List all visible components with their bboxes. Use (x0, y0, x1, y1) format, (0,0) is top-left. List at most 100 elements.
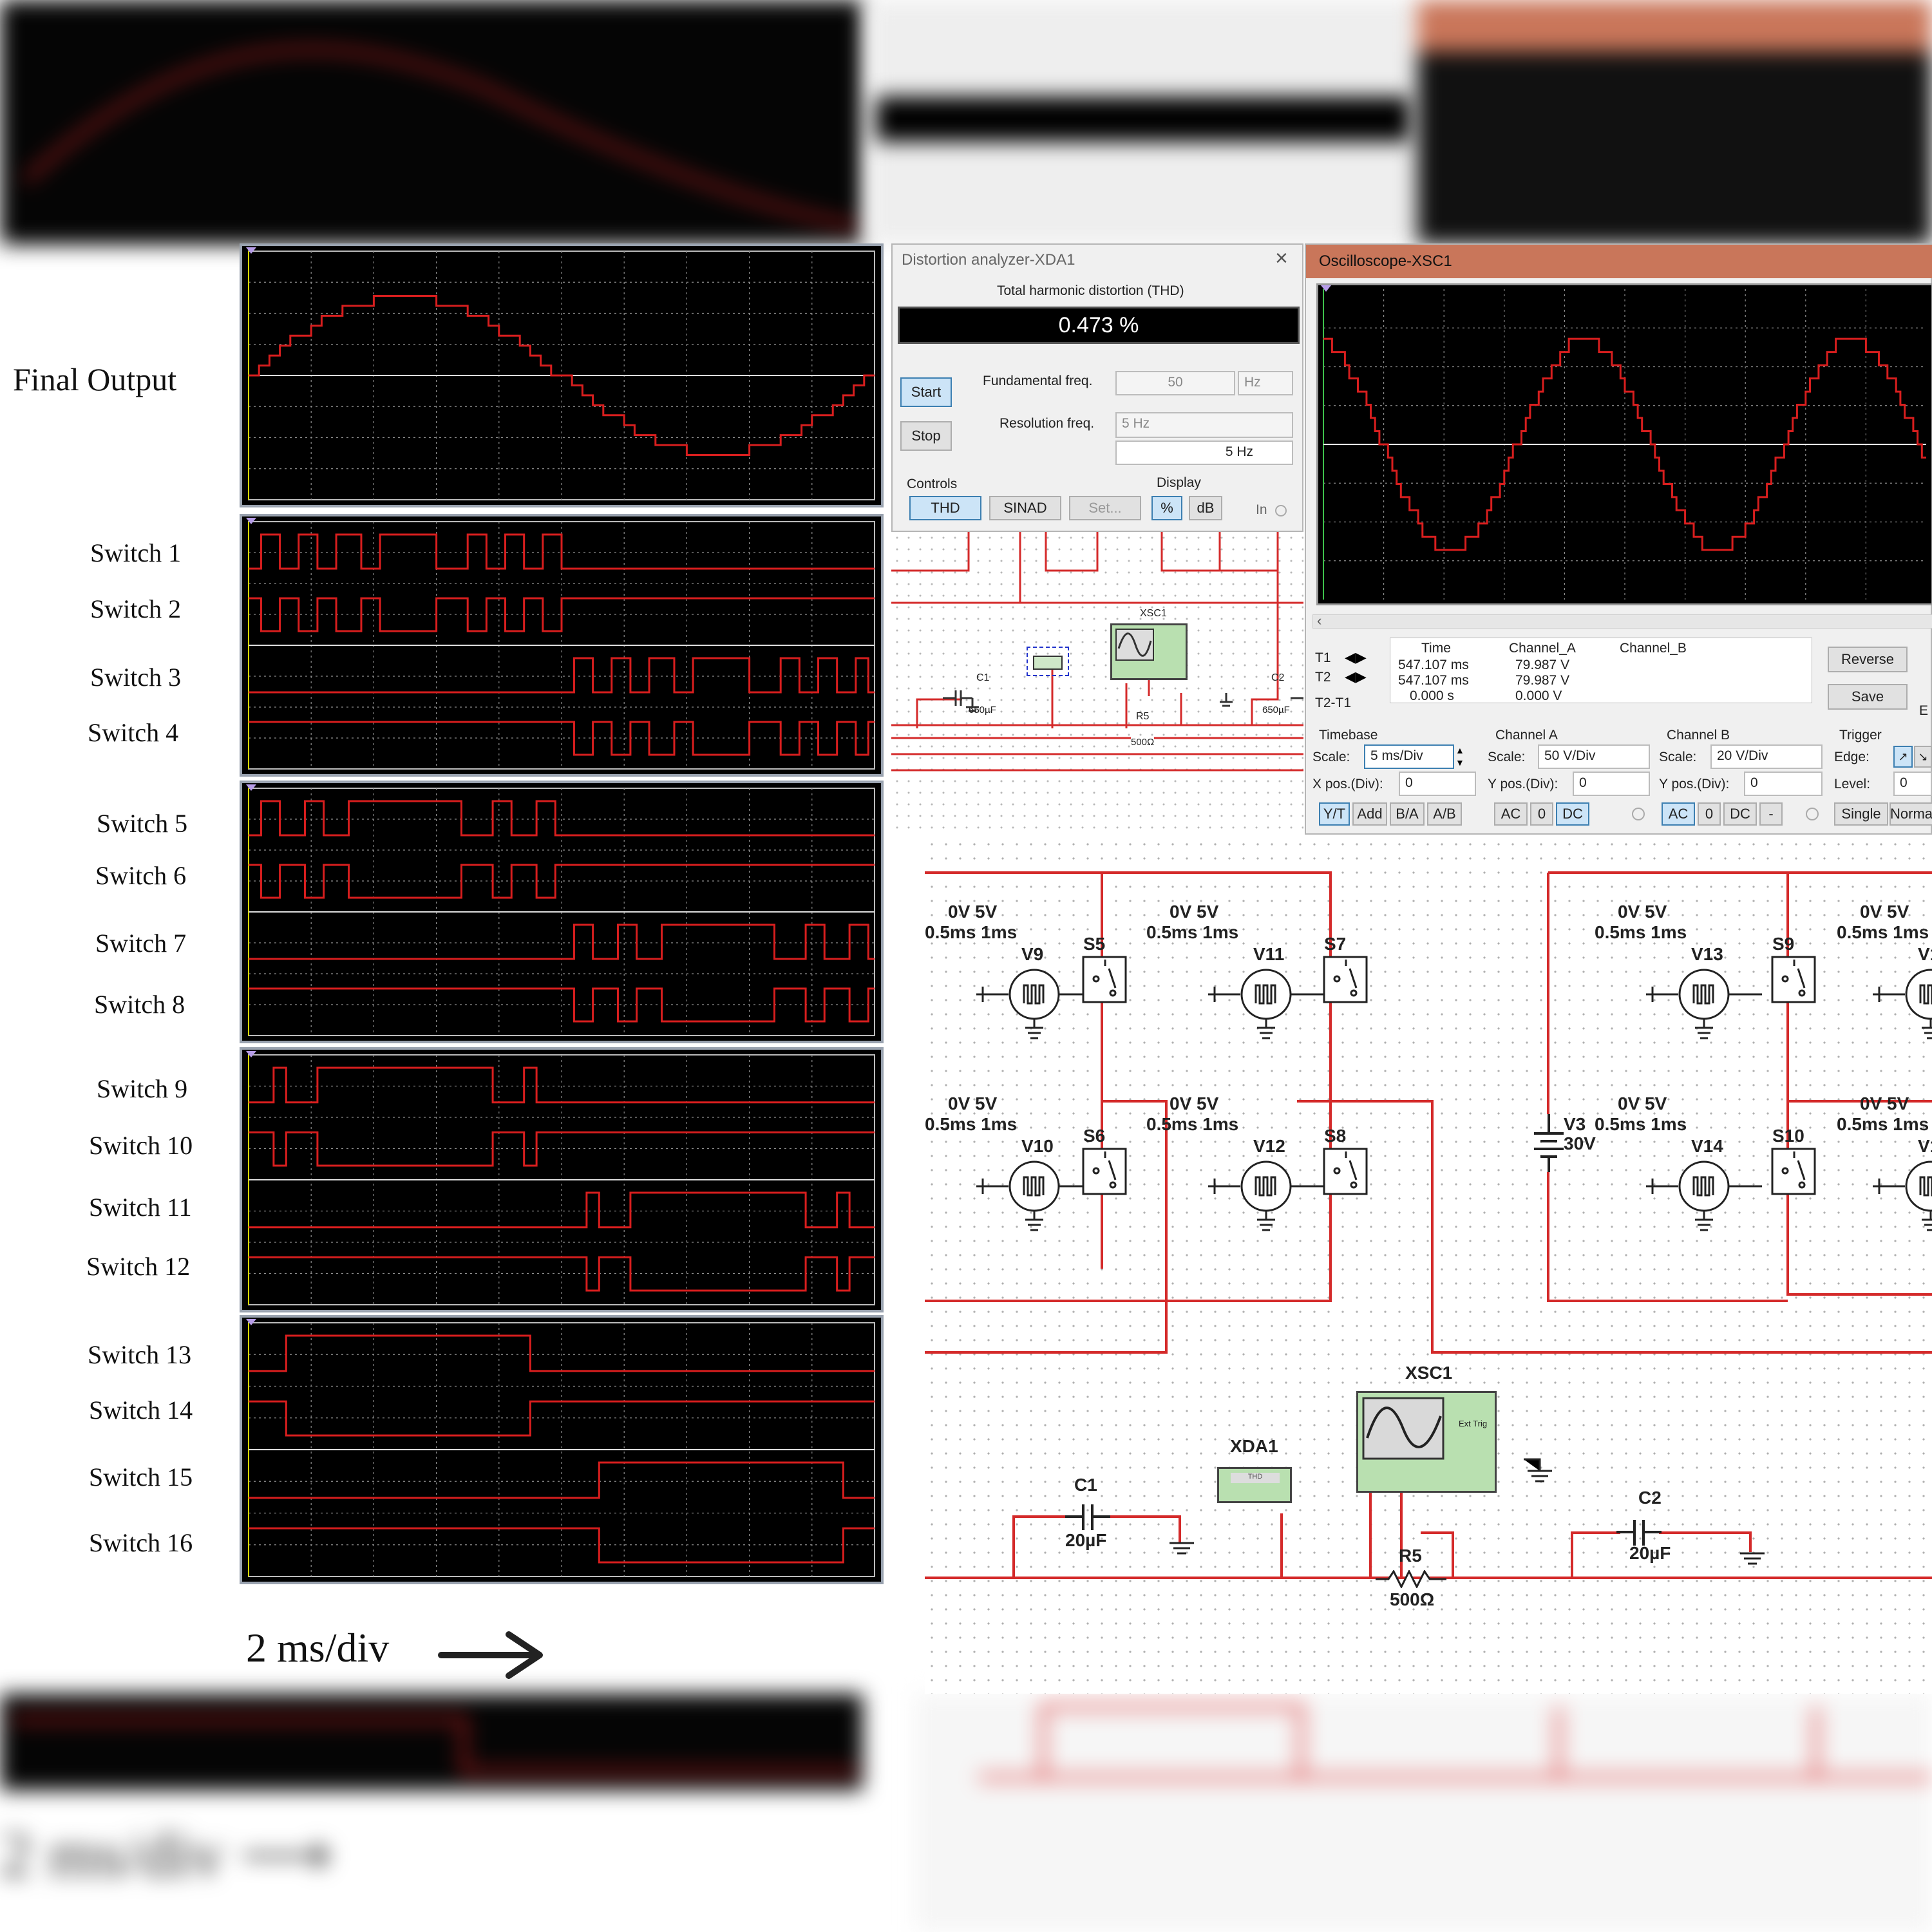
xpos-field[interactable]: 0 (1399, 772, 1476, 796)
start-button[interactable]: Start (900, 377, 952, 407)
t2-channel-a: 79.987 V (1515, 673, 1570, 688)
fund-unit: Hz (1238, 371, 1293, 395)
add-button[interactable]: Add (1352, 802, 1387, 826)
chb-minus-button[interactable]: - (1759, 802, 1783, 826)
switch-5-8-scope (240, 781, 884, 1043)
xsc1-symbol: Ext Trig (1356, 1391, 1497, 1493)
set-button[interactable]: Set... (1069, 496, 1141, 520)
cha-ac-button[interactable]: AC (1494, 802, 1528, 826)
t2-arrows-icon[interactable]: ◀▶ (1345, 668, 1367, 685)
rising-edge-icon[interactable]: ↗ (1893, 746, 1913, 768)
fund-freq-field[interactable]: 50 (1115, 371, 1235, 395)
ypos-b-field[interactable]: 0 (1744, 772, 1823, 796)
trigger-label: Trigger (1839, 728, 1882, 743)
small-c2-value: 650µF (1262, 705, 1290, 715)
source-times: 0.5ms 1ms (1595, 922, 1687, 942)
cha-radio-icon[interactable] (1632, 808, 1645, 820)
switch-label-10: Switch 10 (89, 1131, 193, 1160)
xsc1-label: XSC1 (1405, 1363, 1453, 1383)
cha-scale-field[interactable]: 50 V/Div (1538, 744, 1650, 769)
switch-trace (249, 533, 875, 570)
col-channel-a: Channel_A (1509, 641, 1576, 656)
controlled-switch-icon (1323, 956, 1368, 1003)
res-freq-select[interactable]: 5 Hz (1115, 412, 1293, 438)
switch-label-11: Switch 11 (89, 1193, 192, 1222)
t1-arrows-icon[interactable]: ◀▶ (1345, 649, 1367, 666)
source-params: 0V 5V (1860, 1094, 1909, 1113)
switch-label-15: Switch 15 (89, 1463, 193, 1492)
reverse-button[interactable]: Reverse (1828, 647, 1908, 672)
scroll-left-icon[interactable]: ‹ (1317, 612, 1321, 629)
falling-edge-icon[interactable]: ↘ (1914, 746, 1932, 768)
tb-scale-field[interactable]: 5 ms/Div (1364, 744, 1454, 769)
da-title: Distortion analyzer-XDA1 (902, 251, 1075, 269)
main-circuit: 0V 5V 0.5ms 1ms V9 0V 5V 0.5ms 1ms V11 0V 5V 0.… (925, 837, 1932, 1694)
blurred-top-right-scope (1417, 0, 1932, 245)
switch-13-16-plot (246, 1319, 875, 1577)
ext-trig-label: Ext Trig (1459, 1419, 1488, 1428)
yt-button[interactable]: Y/T (1319, 802, 1350, 826)
xsc1-sine-icon (1362, 1397, 1444, 1460)
level-field[interactable]: 0 (1893, 772, 1932, 796)
source-name: V13 (1691, 944, 1723, 964)
final-output-scope (240, 243, 884, 507)
switch-label-9: Switch 9 (97, 1074, 188, 1103)
switch-label-13: Switch 13 (88, 1340, 192, 1369)
col-time: Time (1421, 641, 1451, 656)
switch-label-16: Switch 16 (89, 1528, 193, 1557)
ypos-b-label: Y pos.(Div): (1659, 777, 1730, 791)
c1-label: C1 (1074, 1475, 1097, 1495)
chb-dc-button[interactable]: DC (1723, 802, 1757, 826)
osc-scrollbar[interactable]: ‹ (1312, 612, 1932, 629)
close-icon[interactable]: × (1275, 246, 1288, 271)
stop-button[interactable]: Stop (900, 421, 952, 451)
switch-label-4: Switch 4 (88, 718, 179, 747)
fund-freq-label: Fundamental freq. (983, 374, 1093, 388)
db-button[interactable]: dB (1189, 496, 1222, 520)
cursor-table: Time Channel_A Channel_B 547.107 ms 79.9… (1390, 638, 1812, 703)
controlled-switch-icon (1771, 1148, 1816, 1195)
col-channel-b: Channel_B (1620, 641, 1687, 656)
controlled-switch-icon (1082, 1148, 1127, 1195)
save-button[interactable]: Save (1828, 684, 1908, 710)
switch-name: S10 (1772, 1126, 1804, 1146)
ba-button[interactable]: B/A (1390, 802, 1425, 826)
edge-label: Edge: (1834, 750, 1870, 764)
source-times: 0.5ms 1ms (925, 1114, 1018, 1134)
chb-scale-field[interactable]: 20 V/Div (1710, 744, 1823, 769)
small-sine-icon (1115, 629, 1154, 661)
pulse-source-icon (976, 969, 1092, 1039)
source-params: 0V 5V (1618, 902, 1667, 922)
switch-5-8-plot (246, 784, 875, 1036)
switch-1-4-scope (240, 514, 884, 777)
in-terminal-icon (1275, 505, 1287, 516)
tb-spinner-icon[interactable]: ▲ ▼ (1455, 744, 1464, 769)
chb-radio-icon[interactable] (1806, 808, 1819, 820)
blurred-top-left-scope (0, 0, 863, 245)
cha-dc-button[interactable]: DC (1556, 802, 1589, 826)
chb-ac-button[interactable]: AC (1662, 802, 1695, 826)
small-r5-value: 500Ω (1131, 737, 1155, 748)
xda1-display: THD (1231, 1473, 1280, 1483)
ypos-a-field[interactable]: 0 (1573, 772, 1650, 796)
blurred-bottom-right-circuit (914, 1694, 1932, 1932)
small-circuit: XSC1 XDA1 C1 650µF C2 650µF R5 500Ω (891, 532, 1303, 835)
c1-ground-icon (1170, 1542, 1194, 1555)
single-button[interactable]: Single (1834, 802, 1888, 826)
sinad-button[interactable]: SINAD (989, 496, 1061, 520)
pulse-source-icon (1873, 969, 1932, 1039)
blurred-top-middle-window (869, 0, 1417, 245)
blurred-bottom-left-text: 2 ms/div ⟶ (0, 1819, 332, 1890)
thd-button[interactable]: THD (909, 496, 981, 520)
t1-channel-a: 79.987 V (1515, 658, 1570, 672)
ab-button[interactable]: A/B (1427, 802, 1462, 826)
source-times: 0.5ms 1ms (925, 922, 1018, 942)
percent-button[interactable]: % (1151, 496, 1182, 520)
r5-value: 500Ω (1390, 1589, 1435, 1609)
normal-button[interactable]: Norma (1889, 802, 1932, 826)
switch-label-6: Switch 6 (95, 861, 187, 890)
c2-capacitor-icon (1616, 1520, 1662, 1546)
cha-zero-button[interactable]: 0 (1530, 802, 1553, 826)
chb-zero-button[interactable]: 0 (1698, 802, 1721, 826)
in-label: In (1256, 502, 1267, 517)
